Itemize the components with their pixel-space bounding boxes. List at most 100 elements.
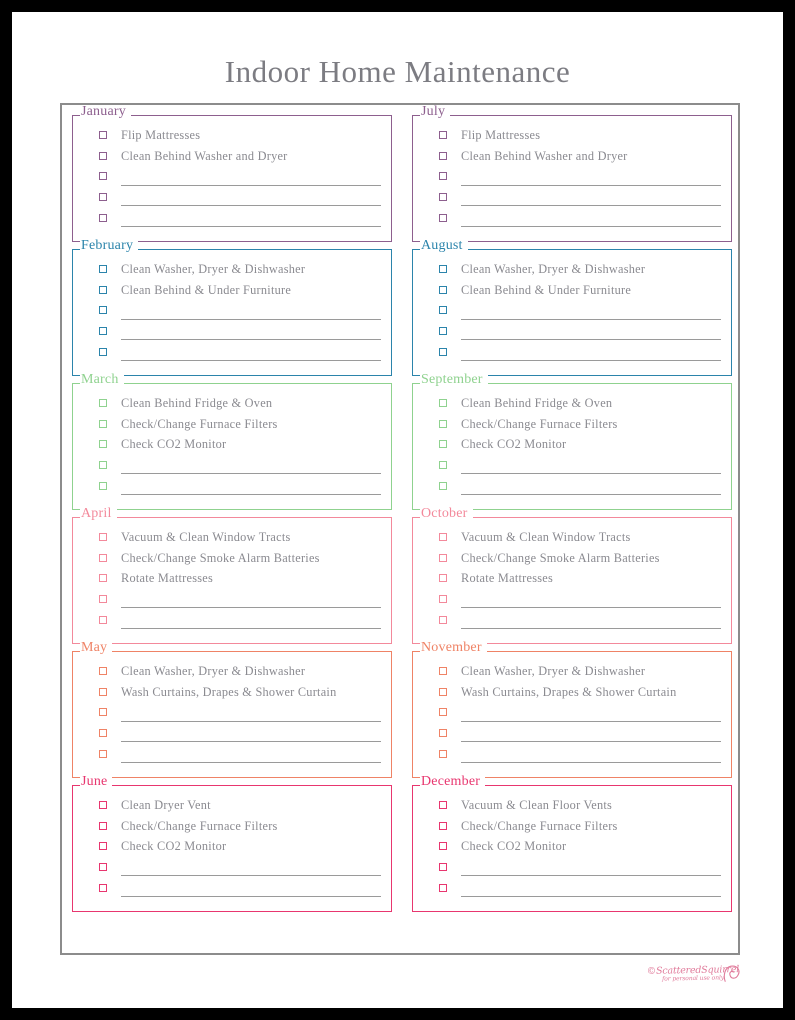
checklist-blank-row[interactable] [439, 207, 723, 228]
checkbox-icon[interactable] [99, 151, 107, 160]
checklist-blank-row[interactable] [99, 341, 383, 362]
checkbox-icon[interactable] [99, 131, 107, 140]
checkbox-icon[interactable] [99, 419, 107, 428]
checklist-blank-row[interactable] [439, 166, 723, 187]
checkbox-icon[interactable] [99, 213, 107, 222]
checklist-blank-row[interactable] [439, 723, 723, 744]
checkbox-icon[interactable] [99, 347, 107, 356]
checkbox-icon[interactable] [439, 553, 447, 562]
checkbox-icon[interactable] [439, 131, 447, 140]
checkbox-icon[interactable] [99, 863, 107, 872]
checkbox-icon[interactable] [439, 213, 447, 222]
checkbox-icon[interactable] [439, 821, 447, 830]
checkbox-icon[interactable] [439, 574, 447, 583]
checklist-blank-row[interactable] [99, 877, 383, 898]
checklist-blank-row[interactable] [439, 589, 723, 610]
checkbox-icon[interactable] [439, 667, 447, 676]
checklist-blank-row[interactable] [439, 877, 723, 898]
checkbox-icon[interactable] [439, 595, 447, 604]
checkbox-icon[interactable] [99, 615, 107, 624]
checkbox-icon[interactable] [439, 883, 447, 892]
checklist-blank-row[interactable] [439, 475, 723, 496]
checklist-blank-row[interactable] [439, 321, 723, 342]
checkbox-icon[interactable] [439, 481, 447, 490]
checkbox-icon[interactable] [439, 306, 447, 315]
checkbox-icon[interactable] [99, 440, 107, 449]
checkbox-icon[interactable] [99, 265, 107, 274]
checkbox-icon[interactable] [99, 574, 107, 583]
checkbox-icon[interactable] [99, 172, 107, 181]
checklist-blank-row[interactable] [439, 857, 723, 878]
checklist-blank-row[interactable] [99, 300, 383, 321]
checklist-blank-row[interactable] [99, 743, 383, 764]
checkbox-icon[interactable] [99, 461, 107, 470]
checkbox-icon[interactable] [439, 440, 447, 449]
checkbox-icon[interactable] [439, 461, 447, 470]
checkbox-icon[interactable] [99, 553, 107, 562]
checklist-blank-row[interactable] [99, 857, 383, 878]
checkbox-icon[interactable] [99, 749, 107, 758]
write-in-rule [121, 225, 381, 227]
checkbox-icon[interactable] [99, 285, 107, 294]
checkbox-icon[interactable] [439, 419, 447, 428]
checkbox-icon[interactable] [99, 193, 107, 202]
checkbox-icon[interactable] [439, 863, 447, 872]
checkbox-icon[interactable] [99, 883, 107, 892]
checkbox-icon[interactable] [99, 399, 107, 408]
checkbox-icon[interactable] [439, 729, 447, 738]
checkbox-icon[interactable] [99, 667, 107, 676]
checkbox-icon[interactable] [439, 708, 447, 717]
checklist-blank-row[interactable] [439, 455, 723, 476]
checklist-blank-row[interactable] [99, 589, 383, 610]
checkbox-icon[interactable] [99, 327, 107, 336]
checklist: Flip Mattresses Clean Behind Washer and D… [421, 125, 723, 234]
checklist-blank-row[interactable] [99, 475, 383, 496]
checklist-blank-row[interactable] [99, 187, 383, 208]
month-label: June [80, 775, 113, 789]
checkbox-icon[interactable] [439, 285, 447, 294]
checkbox-icon[interactable] [99, 729, 107, 738]
checklist-blank-row[interactable] [439, 300, 723, 321]
checklist: Clean Washer, Dryer & Dishwasher Clean Be… [81, 259, 383, 368]
checklist-blank-row[interactable] [99, 609, 383, 630]
checklist-blank-row[interactable] [439, 187, 723, 208]
month-label: August [420, 239, 468, 253]
checklist-blank-row[interactable] [99, 702, 383, 723]
checkbox-icon[interactable] [99, 821, 107, 830]
checkbox-icon[interactable] [99, 595, 107, 604]
checkbox-icon[interactable] [439, 399, 447, 408]
checkbox-icon[interactable] [99, 306, 107, 315]
checkbox-icon[interactable] [439, 842, 447, 851]
checklist-blank-row[interactable] [99, 321, 383, 342]
checklist-blank-row[interactable] [439, 743, 723, 764]
checklist-blank-row[interactable] [439, 609, 723, 630]
checkbox-icon[interactable] [439, 347, 447, 356]
checkbox-icon[interactable] [99, 687, 107, 696]
checkbox-icon[interactable] [99, 481, 107, 490]
checkbox-icon[interactable] [439, 687, 447, 696]
checkbox-icon[interactable] [439, 172, 447, 181]
checkbox-icon[interactable] [439, 615, 447, 624]
checkbox-icon[interactable] [99, 533, 107, 542]
write-in-rule [121, 741, 381, 743]
checklist-blank-row[interactable] [439, 341, 723, 362]
checklist-item: Check CO2 Monitor [99, 434, 383, 455]
checklist-item: Check/Change Furnace Filters [99, 414, 383, 435]
checkbox-icon[interactable] [439, 801, 447, 810]
checkbox-icon[interactable] [99, 842, 107, 851]
checkbox-icon[interactable] [439, 749, 447, 758]
checklist-blank-row[interactable] [99, 455, 383, 476]
checkbox-icon[interactable] [439, 327, 447, 336]
checkbox-icon[interactable] [439, 193, 447, 202]
checklist-blank-row[interactable] [99, 207, 383, 228]
checkbox-icon[interactable] [439, 151, 447, 160]
checkbox-icon[interactable] [439, 265, 447, 274]
checklist-blank-row[interactable] [99, 723, 383, 744]
month-card-may: May Clean Washer, Dryer & Dishwasher Wash … [72, 641, 392, 778]
checklist-blank-row[interactable] [99, 166, 383, 187]
checkbox-icon[interactable] [439, 533, 447, 542]
checkbox-icon[interactable] [99, 708, 107, 717]
write-in-rule [121, 318, 381, 320]
checklist-blank-row[interactable] [439, 702, 723, 723]
checkbox-icon[interactable] [99, 801, 107, 810]
